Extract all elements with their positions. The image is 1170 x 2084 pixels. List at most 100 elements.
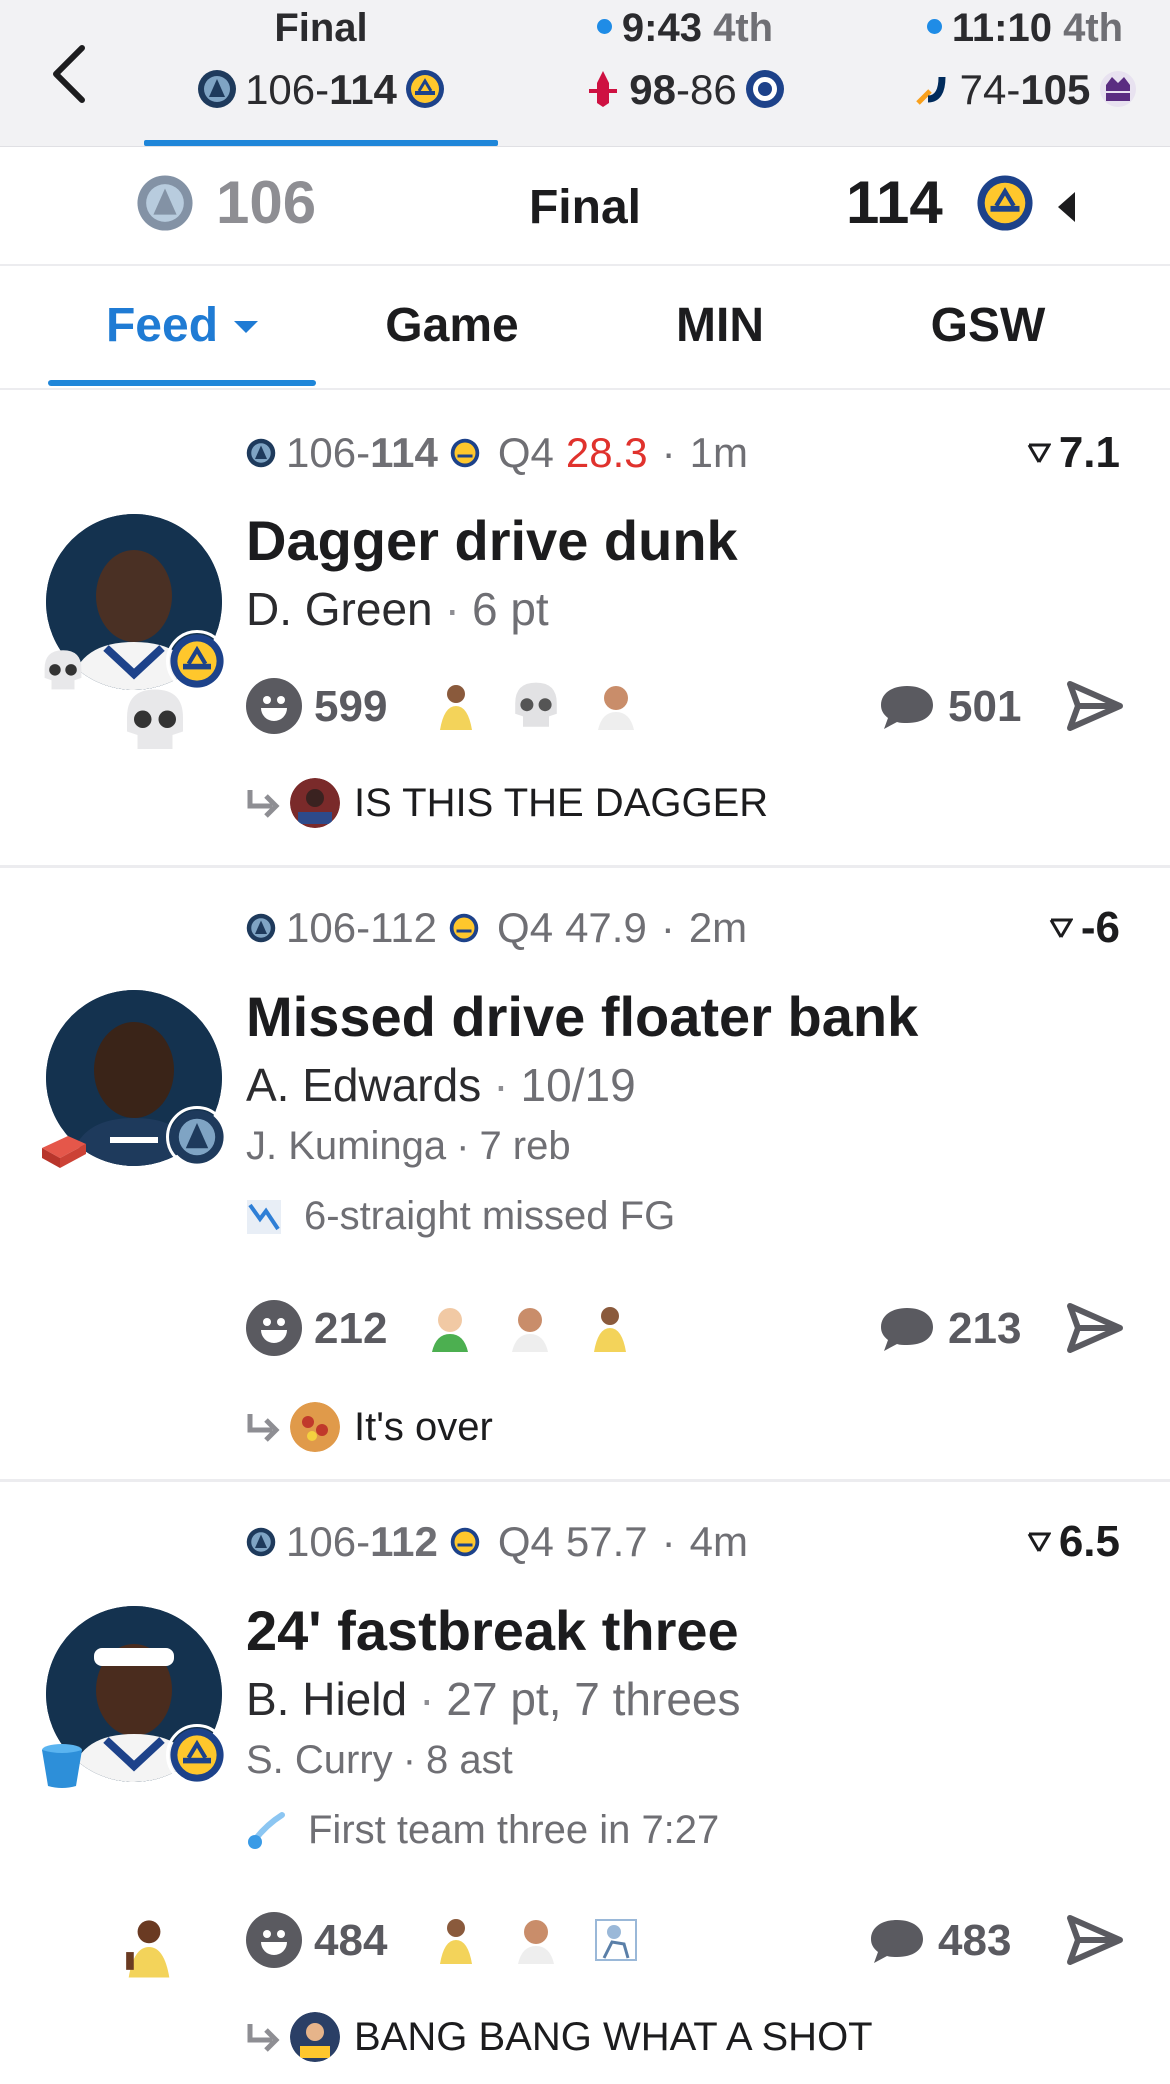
bucket-icon [42,1744,82,1788]
strip-game-score: 106-114 [146,66,496,114]
reaction-sticker-icon [518,1920,554,1964]
reaction-sticker-icon [432,1308,468,1352]
avatar [290,778,340,828]
avatar [290,1402,340,1452]
reaction-sticker-icon [126,1920,170,1978]
live-dot-icon [596,18,612,34]
caret-down-icon [234,321,259,333]
skull-icon [44,650,82,690]
comment-icon[interactable] [878,1304,936,1354]
skull-icon [515,682,557,727]
trend-down-chart-icon [247,1199,281,1234]
strip-game-status: 9:43 4th [535,6,835,51]
warriors-logo-icon [405,69,444,108]
reply-text: BANG BANG WHAT A SHOT [354,2014,873,2059]
reaction-sticker-icon [440,685,472,730]
skull-icon [127,689,183,749]
top-reply[interactable]: IS THIS THE DAGGER [246,778,768,828]
reaction-row: 599 501 [246,674,1124,738]
reply-text: It's over [354,1404,493,1449]
strip-game-uta-sac[interactable]: 11:10 4th 74-105 [880,0,1170,147]
timberwolves-logo-icon [246,1527,276,1557]
play-headline: Dagger drive dunk [246,509,738,572]
comment-count: 501 [948,682,1022,731]
share-send-icon[interactable] [1066,1302,1124,1354]
secondary-player-line: S. Curry · 8 ast [246,1738,513,1782]
player-line: B. Hield · 27 pt, 7 threes [246,1673,741,1725]
reaction-sticker-icon [594,1307,626,1352]
tab-game[interactable]: Game [352,298,552,358]
timberwolves-logo-icon [198,69,237,108]
strip-game-status: 11:10 4th [880,6,1170,51]
warriors-logo-icon [166,1724,228,1786]
home-score: 114 [846,169,943,236]
reaction-sticker-icon [512,1308,548,1352]
comment-count: 483 [938,1916,1012,1965]
strip-game-score: 74-105 [880,66,1170,114]
strip-game-min-gsw[interactable]: Final 106-114 [146,0,496,147]
feed-card[interactable]: 106-112 Q4 47.9 · 2m -6 Missed drive floate… [0,868,1170,1482]
win-probability: -6 [1049,900,1120,956]
top-reply[interactable]: It's over [246,1402,493,1452]
reaction-smile-icon[interactable] [246,1912,302,1968]
reaction-row: 212 213 [246,1296,1124,1360]
tab-gsw[interactable]: GSW [888,298,1088,358]
strip-game-status: Final [274,6,368,50]
reaction-count: 599 [314,682,388,731]
reaction-sticker-icon [440,1919,472,1964]
player-line: D. Green · 6 pt [246,583,549,635]
warriors-logo-icon [450,438,480,468]
share-send-icon[interactable] [1066,1914,1124,1966]
back-chevron-icon[interactable] [46,42,92,106]
tab-min[interactable]: MIN [620,298,820,358]
feed-card[interactable]: 106-114 Q4 28.3 · 1m 7.1 Dagger drive dunk … [0,392,1170,868]
reaction-count: 484 [314,1916,388,1965]
brick-icon [42,1136,86,1168]
reply-text: IS THIS THE DAGGER [354,780,769,825]
timberwolves-logo-icon [166,1106,228,1168]
clippers-logo-icon [745,69,784,108]
reply-arrow-icon [247,1414,280,1442]
strip-game-hou-lac[interactable]: 9:43 4th 98-86 [535,0,835,147]
win-prob-icon [1049,918,1073,938]
tab-bar: Feed Game MIN GSW [0,268,1170,390]
warriors-logo-icon [449,913,479,943]
live-dot-icon [926,18,942,34]
tab-active-underline [48,380,316,386]
reaction-sticker-icon [598,686,634,730]
feed-card[interactable]: 106-112 Q4 57.7 · 4m 6.5 24' fastbreak thre… [0,1482,1170,2084]
player-line: A. Edwards · 10/19 [246,1059,636,1111]
tab-feed[interactable]: Feed [48,298,316,358]
reaction-sticker-icon [595,1919,637,1961]
play-meta: 106-114 Q4 28.3 · 1m [246,425,748,481]
reply-arrow-icon [247,2024,280,2052]
top-reply[interactable]: BANG BANG WHAT A SHOT [246,2012,873,2062]
score-header: 106 Final 114 [0,148,1170,266]
play-meta: 106-112 Q4 57.7 · 4m [246,1514,748,1570]
play-headline: 24' fastbreak three [246,1599,739,1662]
comet-icon [248,1811,285,1849]
reply-arrow-icon [247,790,280,818]
play-headline: Missed drive floater bank [246,985,919,1048]
reaction-smile-icon[interactable] [246,678,302,734]
play-note: First team three in 7:27 [246,1808,719,1853]
reaction-count: 212 [314,1304,388,1353]
play-meta: 106-112 Q4 47.9 · 2m [246,900,747,956]
strip-selected-underline [144,140,498,146]
reaction-smile-icon[interactable] [246,1300,302,1356]
comment-icon[interactable] [878,682,936,732]
timberwolves-logo-icon [246,438,276,468]
reaction-row: 484 483 [246,1908,1124,1972]
avatar [290,2012,340,2062]
comment-icon[interactable] [868,1916,926,1966]
comment-count: 213 [948,1304,1022,1353]
jazz-logo-icon [915,76,946,105]
warriors-logo-icon [166,630,228,692]
games-strip: Final 106-114 9:43 4th 98-86 11:10 4th 7… [0,0,1170,147]
share-send-icon[interactable] [1066,680,1124,732]
secondary-player-line: J. Kuminga · 7 reb [246,1124,571,1168]
strip-game-score: 98-86 [535,66,835,114]
rockets-logo-icon [589,70,618,107]
warriors-logo-icon [450,1527,480,1557]
win-probability: 6.5 [1027,1514,1120,1570]
